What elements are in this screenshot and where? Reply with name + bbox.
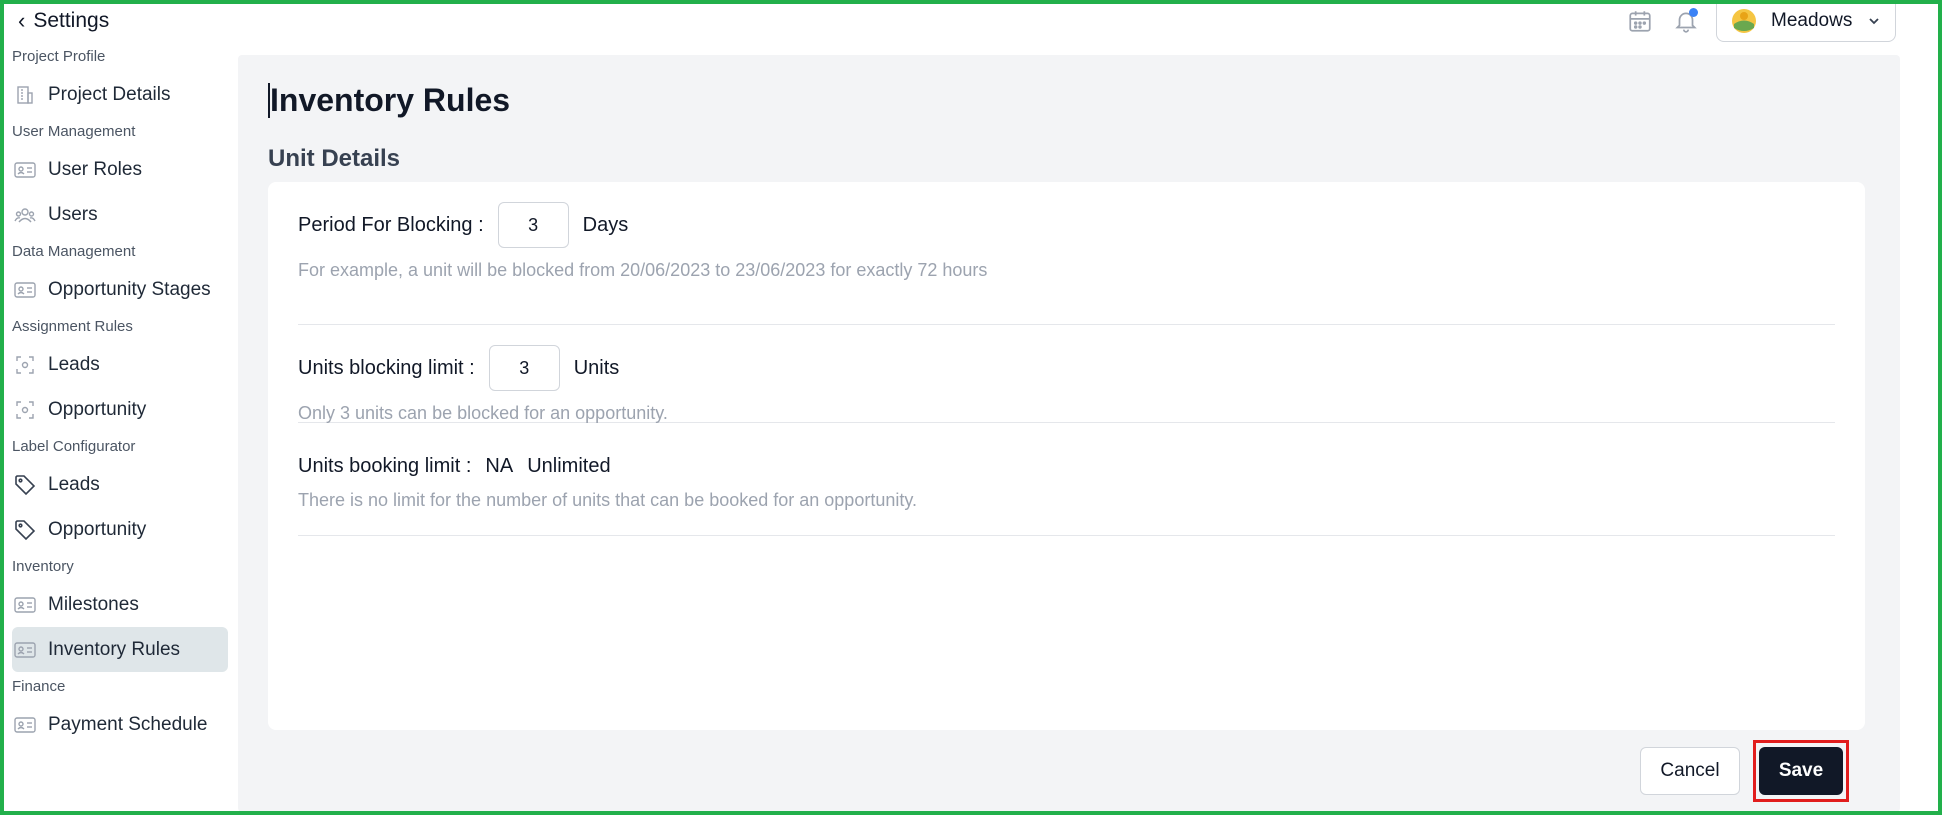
booking-limit-value: NA xyxy=(485,455,514,477)
sidebar-item-label-opportunity[interactable]: Opportunity xyxy=(12,507,228,552)
group-label-inventory: Inventory xyxy=(12,558,74,575)
sidebar-item-label-leads[interactable]: Leads xyxy=(12,462,228,507)
chevron-left-icon: ‹ xyxy=(18,8,26,33)
sidebar-item-project-details[interactable]: Project Details xyxy=(12,72,228,117)
unit-details-card: Period For Blocking : Days For example, … xyxy=(268,182,1865,730)
sidebar-item-label: Project Details xyxy=(48,83,171,105)
sidebar-item-label: Opportunity xyxy=(48,518,147,540)
tag-icon xyxy=(14,474,36,496)
sidebar-item-label: Inventory Rules xyxy=(48,638,181,660)
sidebar-item-label: Users xyxy=(48,203,98,225)
sidebar-item-milestones[interactable]: Milestones xyxy=(12,582,228,627)
building-icon xyxy=(14,84,36,106)
sidebar-item-user-roles[interactable]: User Roles xyxy=(12,147,228,192)
chevron-down-icon xyxy=(1869,17,1879,24)
blocking-limit-label: Units blocking limit : xyxy=(298,356,475,379)
id-card-icon xyxy=(14,714,36,736)
sidebar-item-label: User Roles xyxy=(48,158,142,180)
booking-limit-help: There is no limit for the number of unit… xyxy=(298,490,918,510)
blocking-period-help: For example, a unit will be blocked from… xyxy=(298,260,988,280)
sidebar-item-users[interactable]: Users xyxy=(12,192,228,237)
section-title-unit-details: Unit Details xyxy=(268,145,401,172)
blocking-limit-row: Units blocking limit : Units Only 3 unit… xyxy=(298,325,1835,423)
back-to-settings-link[interactable]: ‹ Settings xyxy=(18,6,109,36)
booking-limit-row: Units booking limit : NA Unlimited There… xyxy=(298,423,1835,536)
group-label-finance: Finance xyxy=(12,678,66,695)
id-card-icon xyxy=(14,279,36,301)
focus-icon xyxy=(14,399,36,421)
sidebar-item-opportunity-stages[interactable]: Opportunity Stages xyxy=(12,267,228,312)
booking-limit-unit: Unlimited xyxy=(527,455,611,477)
tag-icon xyxy=(14,519,36,541)
sidebar-item-assignment-leads[interactable]: Leads xyxy=(12,342,228,387)
group-label-assignment-rules: Assignment Rules xyxy=(12,318,133,335)
sidebar-item-label: Milestones xyxy=(48,593,139,615)
id-card-icon xyxy=(14,159,36,181)
sidebar-item-label: Opportunity xyxy=(48,398,147,420)
sidebar-item-label: Payment Schedule xyxy=(48,713,208,735)
blocking-period-unit: Days xyxy=(582,213,629,236)
settings-title: Settings xyxy=(33,9,110,32)
settings-sidebar: Project Profile Project Details User Man… xyxy=(0,42,236,812)
blocking-period-row: Period For Blocking : Days For example, … xyxy=(298,202,1835,325)
sidebar-item-payment-schedule[interactable]: Payment Schedule xyxy=(12,702,228,747)
header-actions: Meadows xyxy=(1624,0,1896,42)
id-card-icon xyxy=(14,594,36,616)
sidebar-item-assignment-opportunity[interactable]: Opportunity xyxy=(12,387,228,432)
group-label-user-management: User Management xyxy=(12,123,136,140)
booking-limit-label: Units booking limit : xyxy=(298,455,472,477)
focus-icon xyxy=(14,354,36,376)
save-button[interactable]: Save xyxy=(1759,747,1843,795)
project-logo-icon xyxy=(1732,8,1756,33)
id-card-icon xyxy=(14,639,36,661)
group-label-label-configurator: Label Configurator xyxy=(12,438,136,455)
group-label-project-profile: Project Profile xyxy=(12,48,106,65)
project-selector[interactable]: Meadows xyxy=(1716,0,1896,42)
blocking-period-label: Period For Blocking : xyxy=(298,213,484,236)
blocking-limit-unit: Units xyxy=(573,356,620,379)
blocking-limit-input[interactable] xyxy=(488,345,560,391)
sidebar-item-label: Opportunity Stages xyxy=(48,278,211,300)
cancel-button[interactable]: Cancel xyxy=(1640,747,1740,795)
page-title: Inventory Rules xyxy=(268,82,511,119)
calendar-button[interactable] xyxy=(1624,5,1656,37)
calendar-icon xyxy=(1629,11,1651,32)
notification-dot xyxy=(1689,8,1698,17)
blocking-limit-help: Only 3 units can be blocked for an oppor… xyxy=(298,403,668,423)
sidebar-item-inventory-rules[interactable]: Inventory Rules xyxy=(12,627,228,672)
sidebar-item-label: Leads xyxy=(48,353,100,375)
project-name: Meadows xyxy=(1771,9,1853,31)
blocking-period-input[interactable] xyxy=(497,202,569,248)
notifications-button[interactable] xyxy=(1670,5,1702,37)
users-icon xyxy=(14,204,36,226)
sidebar-item-label: Leads xyxy=(48,473,100,495)
group-label-data-management: Data Management xyxy=(12,243,136,260)
main-content: Inventory Rules Unit Details Period For … xyxy=(238,55,1900,812)
